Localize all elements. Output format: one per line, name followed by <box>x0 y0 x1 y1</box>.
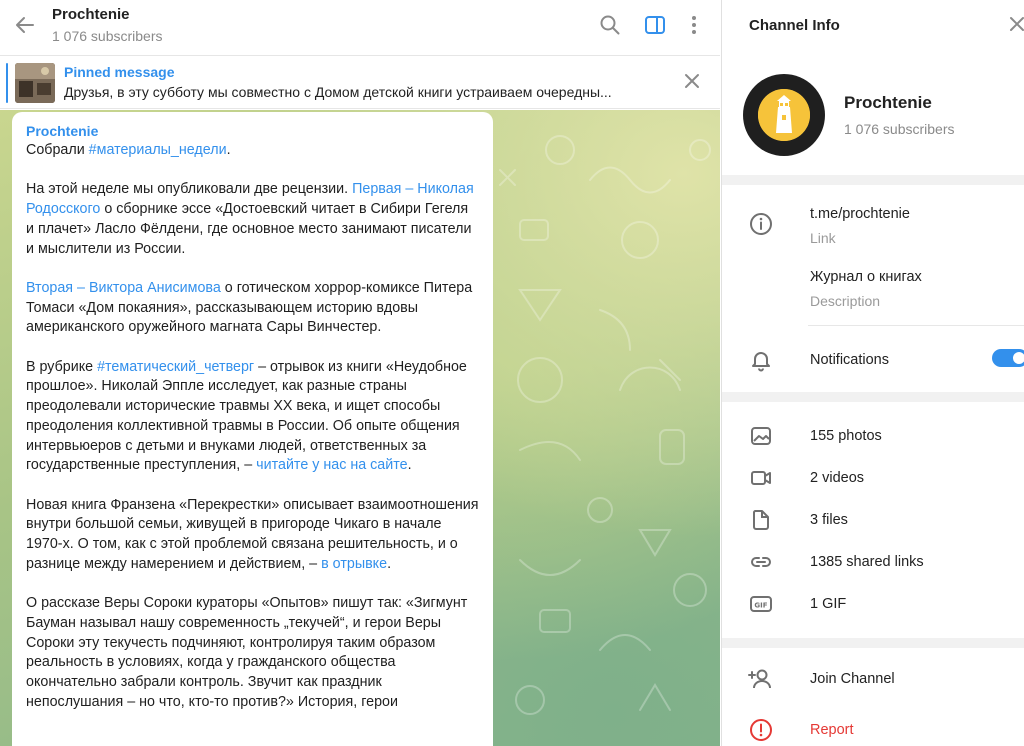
pinned-message-bar[interactable]: Pinned message Друзья, в эту субботу мы … <box>0 57 720 109</box>
info-header: Channel Info <box>722 0 1024 56</box>
notifications-label[interactable]: Notifications <box>810 352 889 368</box>
shared-photos-item[interactable]: 155 photos <box>810 428 882 444</box>
search-icon <box>599 14 621 41</box>
text-span: Новая книга Франзена «Перекрестки» описы… <box>26 496 479 572</box>
channel-link[interactable]: t.me/prochtenie <box>810 206 910 222</box>
message-paragraph: На этой неделе мы опубликовали две рецен… <box>26 180 479 259</box>
read-on-site-link[interactable]: читайте у нас на сайте <box>256 457 407 473</box>
add-user-icon <box>748 666 774 692</box>
about-section: t.me/prochtenie Link Журнал о книгах Des… <box>722 185 1024 392</box>
pinned-indicator <box>6 63 8 103</box>
close-info-button[interactable] <box>1004 13 1024 39</box>
divider <box>808 325 1024 326</box>
toggle-sidebar-button[interactable] <box>641 13 669 41</box>
info-title: Channel Info <box>749 17 840 34</box>
message-author[interactable]: Prochtenie <box>26 121 479 141</box>
chat-pane: Prochtenie 1 076 subscribers Pinned mess… <box>0 0 720 746</box>
text-span: . <box>387 555 392 572</box>
chat-title[interactable]: Prochtenie <box>52 6 130 23</box>
text-span: О рассказе Веры Сороки кураторы «Опытов»… <box>26 595 468 710</box>
review-link-second[interactable]: Вторая – Виктора Анисимова <box>26 280 221 296</box>
hashtag-link[interactable]: #тематический_четверг <box>97 359 254 375</box>
search-button[interactable] <box>596 13 624 41</box>
shared-media-section: 155 photos 2 videos 3 files 1385 shared … <box>722 402 1024 638</box>
channel-info-pane: Channel Info Prochtenie 1 076 subscriber… <box>721 0 1024 746</box>
message-paragraph: Новая книга Франзена «Перекрестки» описы… <box>26 496 479 575</box>
text-span: . <box>407 457 412 474</box>
channel-description-label: Description <box>810 293 881 309</box>
message-bubble[interactable]: Prochtenie Собрали #материалы_недели. На… <box>12 112 493 746</box>
text-span: . <box>226 142 231 158</box>
more-options-button[interactable] <box>680 13 708 41</box>
shared-links-item[interactable]: 1385 shared links <box>810 554 924 570</box>
message-paragraph: В рубрике #тематический_четверг – отрыво… <box>26 358 479 476</box>
link-icon <box>748 549 774 575</box>
excerpt-link[interactable]: в отрывке <box>321 556 387 572</box>
pinned-text: Друзья, в эту субботу мы совместно с Дом… <box>64 84 612 100</box>
channel-subscriber-count: 1 076 subscribers <box>844 121 955 137</box>
actions-section: Join Channel Report <box>722 648 1024 746</box>
video-icon <box>748 465 774 491</box>
message-text: Собрали #материалы_недели. На этой недел… <box>26 141 479 712</box>
text-span: В рубрике <box>26 358 98 375</box>
more-vertical-icon <box>683 14 705 41</box>
photo-icon <box>748 423 774 449</box>
join-channel-button[interactable]: Join Channel <box>810 671 895 687</box>
chat-header: Prochtenie 1 076 subscribers <box>0 0 720 56</box>
gif-icon: GIF <box>748 591 774 617</box>
toggle-knob <box>1011 350 1024 366</box>
file-icon <box>748 507 774 533</box>
hashtag-link[interactable]: #материалы_недели <box>89 142 227 158</box>
bell-icon <box>748 347 774 373</box>
text-span: Собрали <box>26 142 89 158</box>
shared-files-item[interactable]: 3 files <box>810 512 848 528</box>
message-paragraph: Собрали #материалы_недели. <box>26 141 479 161</box>
close-icon <box>1009 16 1024 37</box>
text-span: На этой неделе мы опубликовали две рецен… <box>26 181 353 198</box>
info-icon <box>748 211 774 237</box>
close-icon <box>684 73 700 94</box>
message-paragraph: Вторая – Виктора Анисимова о готическом … <box>26 279 479 338</box>
back-arrow-icon <box>14 14 36 41</box>
chat-subscriber-count: 1 076 subscribers <box>52 28 163 44</box>
report-button[interactable]: Report <box>810 722 854 738</box>
channel-link-label: Link <box>810 230 836 246</box>
notifications-toggle[interactable] <box>992 349 1024 367</box>
channel-name: Prochtenie <box>844 93 932 112</box>
shared-gifs-item[interactable]: 1 GIF <box>810 596 846 612</box>
pinned-thumbnail <box>15 63 55 103</box>
report-icon <box>748 717 774 743</box>
back-button[interactable] <box>10 12 40 42</box>
channel-description: Журнал о книгах <box>810 269 922 285</box>
message-paragraph: О рассказе Веры Сороки кураторы «Опытов»… <box>26 594 479 712</box>
sidebar-toggle-icon <box>644 14 666 41</box>
svg-text:GIF: GIF <box>754 602 767 610</box>
shared-videos-item[interactable]: 2 videos <box>810 470 864 486</box>
channel-profile: Prochtenie 1 076 subscribers <box>722 56 1024 175</box>
unpin-button[interactable] <box>680 71 704 95</box>
lighthouse-logo-icon <box>758 89 810 141</box>
avatar[interactable] <box>743 74 825 156</box>
pinned-label: Pinned message <box>64 64 175 80</box>
